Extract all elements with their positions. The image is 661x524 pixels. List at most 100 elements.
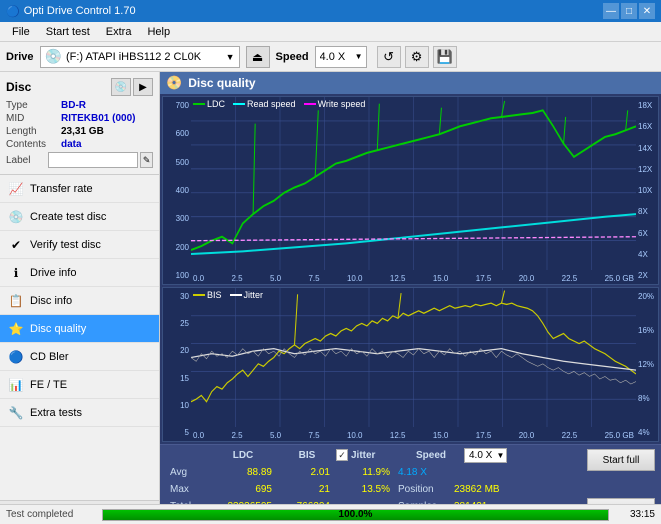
speed-select[interactable]: 4.0 X 8.0 X 2.0 X	[315, 46, 367, 68]
eject-button[interactable]: ⏏	[246, 46, 270, 68]
close-button[interactable]: ✕	[639, 3, 655, 19]
sidebar-label-verify-test-disc: Verify test disc	[30, 239, 101, 251]
speed-container: 4.0 X 8.0 X 2.0 X	[315, 46, 367, 68]
menu-start-test[interactable]: Start test	[38, 24, 98, 40]
maximize-button[interactable]: □	[621, 3, 637, 19]
sidebar-item-disc-quality[interactable]: ⭐ Disc quality	[0, 315, 159, 343]
sidebar: Disc 💿 ▶ Type BD-R MID RITEKB01 (000) Le…	[0, 72, 160, 524]
drive-dropdown-arrow[interactable]: ▼	[226, 52, 235, 62]
time-display: 33:15	[615, 509, 655, 520]
sidebar-item-extra-tests[interactable]: 🔧 Extra tests	[0, 399, 159, 427]
disc-mid-value: RITEKB01 (000)	[61, 113, 135, 124]
disc-btn-2[interactable]: ▶	[133, 78, 153, 96]
label-input[interactable]	[48, 152, 138, 168]
disc-icon-area: 💿 ▶	[111, 78, 153, 96]
verify-test-disc-icon: ✔	[8, 237, 24, 253]
stats-position-label: Position	[394, 484, 454, 495]
disc-info-icon: 📋	[8, 293, 24, 309]
write-speed-color	[304, 103, 316, 105]
label-icon-btn[interactable]: ✎	[140, 152, 153, 168]
disc-label: Disc	[6, 80, 31, 94]
disc-quality-icon: ⭐	[8, 321, 24, 337]
app-title: Opti Drive Control 1.70	[24, 5, 136, 17]
extra-tests-icon: 🔧	[8, 405, 24, 421]
stats-bis-header: BIS	[278, 450, 336, 461]
disc-contents-row: Contents data	[6, 139, 153, 150]
sidebar-item-verify-test-disc[interactable]: ✔ Verify test disc	[0, 231, 159, 259]
bis-color	[193, 294, 205, 296]
sidebar-label-drive-info: Drive info	[30, 267, 76, 279]
menu-file[interactable]: File	[4, 24, 38, 40]
transfer-rate-icon: 📈	[8, 181, 24, 197]
legend-write-speed-label: Write speed	[318, 99, 366, 109]
content-header: 📀 Disc quality	[160, 72, 661, 94]
sidebar-item-disc-info[interactable]: 📋 Disc info	[0, 287, 159, 315]
legend-bis-label: BIS	[207, 290, 222, 300]
speed-dropdown-value: 4.0 X	[469, 450, 492, 461]
nav-items: 📈 Transfer rate 💿 Create test disc ✔ Ver…	[0, 175, 159, 500]
chart2-x-axis: 0.0 2.5 5.0 7.5 10.0 12.5 15.0 17.5 20.0…	[191, 429, 636, 441]
disc-type-label: Type	[6, 100, 61, 111]
stats-speed-header: Speed	[416, 450, 464, 461]
drive-text: (F:) ATAPI iHBS112 2 CL0K	[66, 51, 201, 63]
legend-read-speed-label: Read speed	[247, 99, 296, 109]
content-area: 📀 Disc quality LDC Read speed	[160, 72, 661, 524]
disc-length-label: Length	[6, 126, 61, 137]
stats-avg-speed: 4.18 X	[394, 467, 454, 478]
main-layout: Disc 💿 ▶ Type BD-R MID RITEKB01 (000) Le…	[0, 72, 661, 524]
disc-btn-1[interactable]: 💿	[111, 78, 131, 96]
title-bar-controls: — □ ✕	[603, 3, 655, 19]
legend-read-speed: Read speed	[233, 99, 296, 109]
disc-info-panel: Disc 💿 ▶ Type BD-R MID RITEKB01 (000) Le…	[0, 72, 159, 175]
ldc-color	[193, 103, 205, 105]
sidebar-item-create-test-disc[interactable]: 💿 Create test disc	[0, 203, 159, 231]
stats-jitter-header: Jitter	[351, 450, 375, 461]
stats-jitter-header-area: ✓ Jitter	[336, 449, 416, 461]
chart2-legend: BIS Jitter	[193, 290, 263, 300]
sidebar-label-disc-quality: Disc quality	[30, 323, 86, 335]
jitter-checkbox[interactable]: ✓	[336, 449, 348, 461]
sidebar-item-fe-te[interactable]: 📊 FE / TE	[0, 371, 159, 399]
start-full-button[interactable]: Start full	[587, 449, 655, 471]
drive-info-icon: ℹ	[8, 265, 24, 281]
refresh-button[interactable]: ↺	[377, 46, 401, 68]
speed-dropdown-icon: ▼	[496, 451, 504, 460]
create-test-disc-icon: 💿	[8, 209, 24, 225]
legend-ldc-label: LDC	[207, 99, 225, 109]
chart1-legend: LDC Read speed Write speed	[193, 99, 365, 109]
stats-headers: LDC BIS ✓ Jitter Speed 4.0 X ▼	[166, 447, 655, 463]
drive-select[interactable]: 💿 (F:) ATAPI iHBS112 2 CL0K ▼	[40, 46, 240, 68]
legend-write-speed: Write speed	[304, 99, 366, 109]
chart2-y-axis-right: 20% 16% 12% 8% 4%	[636, 288, 658, 441]
chart1-y-axis-left: 700 600 500 400 300 200 100	[163, 97, 191, 284]
disc-label-field-label: Label	[6, 155, 48, 166]
disc-mid-label: MID	[6, 113, 61, 124]
content-header-icon: 📀	[166, 75, 182, 91]
drive-bar: Drive 💿 (F:) ATAPI iHBS112 2 CL0K ▼ ⏏ Sp…	[0, 42, 661, 72]
stats-max-row: Max 695 21 13.5% Position 23862 MB	[166, 481, 655, 497]
charts-wrapper: LDC Read speed Write speed 700 600 500	[160, 94, 661, 444]
menu-extra[interactable]: Extra	[98, 24, 140, 40]
settings-button[interactable]: ⚙	[405, 46, 429, 68]
stats-max-bis: 21	[276, 484, 334, 495]
sidebar-item-drive-info[interactable]: ℹ Drive info	[0, 259, 159, 287]
chart1-x-axis: 0.0 2.5 5.0 7.5 10.0 12.5 15.0 17.5 20.0…	[191, 272, 636, 284]
speed-dropdown-stats[interactable]: 4.0 X ▼	[464, 448, 507, 463]
sidebar-label-transfer-rate: Transfer rate	[30, 183, 93, 195]
chart2-svg	[191, 288, 636, 427]
sidebar-item-transfer-rate[interactable]: 📈 Transfer rate	[0, 175, 159, 203]
disc-info-header: Disc 💿 ▶	[6, 78, 153, 96]
drive-icons: ↺ ⚙ 💾	[377, 46, 457, 68]
chart1-y-axis-right: 18X 16X 14X 12X 10X 8X 6X 4X 2X	[636, 97, 658, 284]
sidebar-label-create-test-disc: Create test disc	[30, 211, 106, 223]
title-bar-left: 🔵 Opti Drive Control 1.70	[6, 5, 136, 18]
sidebar-item-cd-bler[interactable]: 🔵 CD Bler	[0, 343, 159, 371]
content-title: Disc quality	[188, 76, 255, 90]
save-button[interactable]: 💾	[433, 46, 457, 68]
menu-help[interactable]: Help	[139, 24, 178, 40]
sidebar-label-cd-bler: CD Bler	[30, 351, 69, 363]
stats-max-ldc: 695	[208, 484, 276, 495]
chart2-y-axis-left: 30 25 20 15 10 5	[163, 288, 191, 441]
stats-avg-jitter: 11.9%	[334, 467, 394, 478]
minimize-button[interactable]: —	[603, 3, 619, 19]
